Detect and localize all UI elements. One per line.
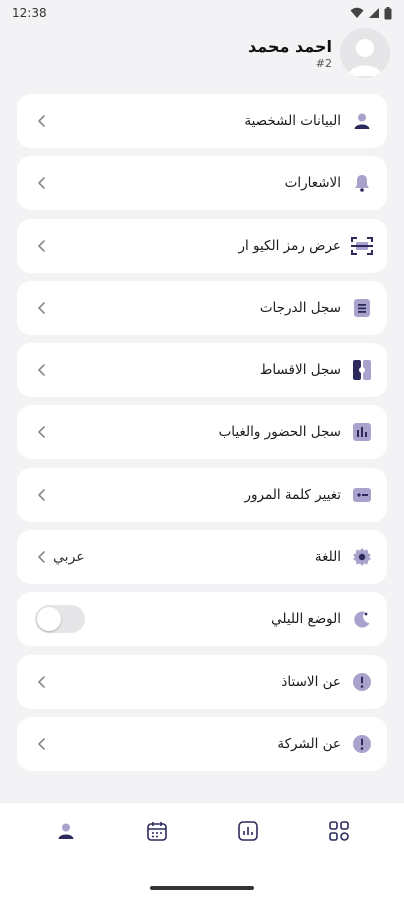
chevron-left-icon xyxy=(35,488,49,502)
qr-scan-icon xyxy=(351,235,373,257)
home-indicator[interactable] xyxy=(150,886,254,890)
user-icon xyxy=(351,110,373,132)
menu-item-attendance-record[interactable]: سجل الحضور والغياب xyxy=(17,405,387,460)
menu-item-label: سجل الحضور والغياب xyxy=(218,424,341,441)
profile-header[interactable]: احمد محمد #2 xyxy=(14,26,390,80)
trailing-group xyxy=(35,114,49,128)
trailing-group xyxy=(35,488,49,502)
bar-chart-icon xyxy=(351,421,373,443)
toggle-knob xyxy=(37,607,61,632)
system-nav-area xyxy=(0,858,404,900)
menu-item-label: سجل الدرجات xyxy=(259,299,341,316)
signal-icon xyxy=(369,8,379,18)
night-mode-toggle[interactable] xyxy=(35,605,85,634)
chevron-left-icon xyxy=(35,737,49,751)
nav-tab-apps[interactable] xyxy=(315,807,363,855)
password-icon xyxy=(351,484,373,506)
menu-item-value: عربي xyxy=(53,549,85,566)
status-icons xyxy=(350,6,392,20)
trailing-group xyxy=(35,176,49,190)
menu-item-label: سجل الاقساط xyxy=(259,362,341,379)
menu-item-personal-data[interactable]: البيانات الشخصية xyxy=(17,94,387,148)
moon-icon xyxy=(351,608,373,630)
menu-item-label: تغيير كلمة المرور xyxy=(244,486,341,503)
trailing-group: عربي xyxy=(35,549,85,565)
chevron-left-icon xyxy=(35,301,49,315)
nav-tab-stats[interactable] xyxy=(224,807,272,855)
menu-item-night-mode[interactable]: الوضع الليلي xyxy=(17,592,387,647)
chevron-left-icon xyxy=(35,675,49,689)
trailing-group xyxy=(35,239,49,253)
menu-item-label: عرض رمز الكيو ار xyxy=(238,237,341,254)
ticket-icon xyxy=(351,359,373,381)
chevron-left-icon xyxy=(35,239,49,253)
chevron-left-icon xyxy=(35,363,49,377)
battery-icon xyxy=(384,6,392,19)
trailing-group xyxy=(35,425,49,439)
list-doc-icon xyxy=(351,297,373,319)
avatar[interactable] xyxy=(340,28,390,78)
user-icon xyxy=(56,821,76,841)
menu-item-label: الاشعارات xyxy=(284,175,341,192)
menu-item-label: البيانات الشخصية xyxy=(244,113,341,129)
menu-item-label: اللغة xyxy=(314,549,341,566)
menu-item-label: الوضع الليلي xyxy=(271,611,341,628)
menu-item-about-teacher[interactable]: عن الاستاذ xyxy=(17,654,387,709)
menu-item-language[interactable]: اللغة عربي xyxy=(17,530,387,585)
avatar-placeholder-icon xyxy=(340,28,390,78)
profile-name: احمد محمد xyxy=(248,36,332,56)
menu-item-label: عن الشركة xyxy=(277,735,341,752)
chevron-left-icon xyxy=(35,114,49,128)
chevron-left-icon xyxy=(35,550,49,564)
menu-item-about-company[interactable]: عن الشركة xyxy=(17,716,387,771)
stats-icon xyxy=(237,820,259,842)
gear-icon xyxy=(351,546,373,568)
menu-item-qr-code[interactable]: عرض رمز الكيو ار xyxy=(17,218,387,273)
info-icon xyxy=(351,733,373,755)
chevron-left-icon xyxy=(35,425,49,439)
trailing-group xyxy=(35,675,49,689)
bottom-navigation xyxy=(0,802,404,858)
calendar-icon xyxy=(146,820,168,842)
menu-item-label: عن الاستاذ xyxy=(281,673,341,690)
trailing-group xyxy=(35,363,49,377)
nav-tab-profile[interactable] xyxy=(42,807,90,855)
trailing-group xyxy=(35,737,49,751)
status-bar: 12:38 xyxy=(0,0,404,26)
menu-item-notifications[interactable]: الاشعارات xyxy=(17,156,387,211)
profile-id: #2 xyxy=(315,56,332,70)
chevron-left-icon xyxy=(35,176,49,190)
nav-tab-calendar[interactable] xyxy=(133,807,181,855)
trailing-group xyxy=(35,301,49,315)
settings-menu: البيانات الشخصية الاشعارات عرض رمز الكيو ا… xyxy=(17,94,387,779)
wifi-icon xyxy=(350,7,364,18)
bell-icon xyxy=(351,172,373,194)
info-icon xyxy=(351,671,373,693)
grid-icon xyxy=(328,820,350,842)
status-time: 12:38 xyxy=(12,6,47,20)
menu-item-grades-record[interactable]: سجل الدرجات xyxy=(17,280,387,335)
menu-item-change-password[interactable]: تغيير كلمة المرور xyxy=(17,467,387,522)
menu-item-installments-record[interactable]: سجل الاقساط xyxy=(17,343,387,398)
